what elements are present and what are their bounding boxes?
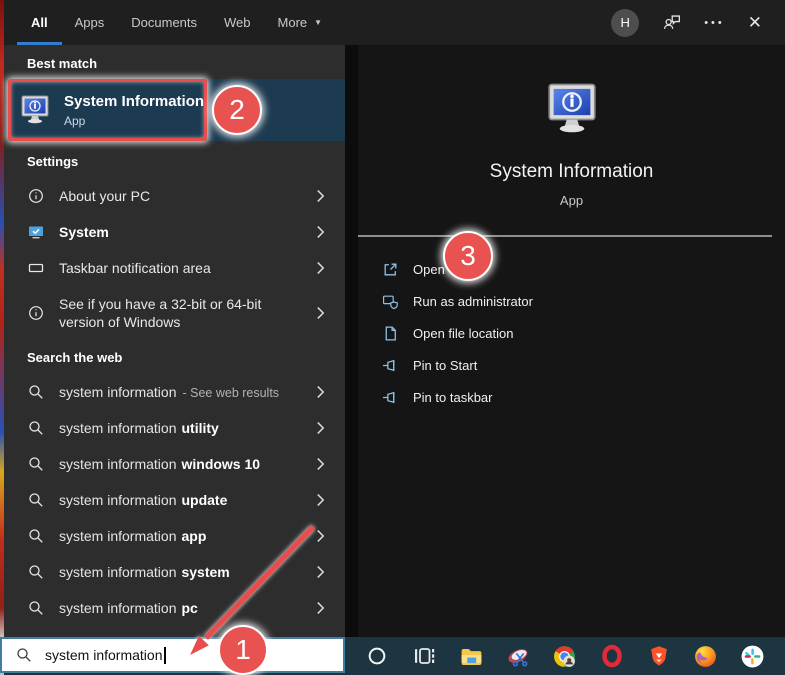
taskbar-rect-icon (28, 260, 44, 276)
search-icon (28, 600, 44, 616)
text-cursor (164, 647, 166, 664)
tab-web[interactable]: Web (224, 0, 251, 45)
search-filter-bar: All Apps Documents Web More ▼ H ••• ✕ (4, 0, 785, 45)
task-view-icon[interactable] (411, 643, 437, 669)
chevron-right-icon (316, 262, 325, 275)
tab-more[interactable]: More ▼ (278, 0, 323, 45)
chevron-right-icon (316, 566, 325, 579)
web-suggestion[interactable]: system informationapp (4, 518, 345, 554)
web-suggestion[interactable]: system informationwindows 10 (4, 446, 345, 482)
web-suggestion[interactable]: system information- See web results (4, 374, 345, 410)
best-match-result[interactable]: System Information App (8, 79, 345, 141)
chevron-right-icon (316, 422, 325, 435)
preview-subtitle: App (358, 193, 785, 208)
search-icon (16, 647, 32, 663)
file-location-icon (382, 325, 399, 342)
info-icon (28, 188, 44, 204)
search-icon (28, 564, 44, 580)
result-about-your-pc[interactable]: About your PC (4, 178, 345, 214)
chevron-right-icon (316, 386, 325, 399)
preview-panel: System Information App Open Run as admin… (345, 45, 785, 637)
tab-documents[interactable]: Documents (131, 0, 197, 45)
result-32-or-64-bit[interactable]: See if you have a 32-bit or 64-bit versi… (4, 286, 345, 340)
ellipsis-icon[interactable]: ••• (704, 17, 725, 29)
chevron-down-icon: ▼ (314, 18, 322, 27)
web-suggestion[interactable]: system informationutility (4, 410, 345, 446)
search-icon (28, 420, 44, 436)
pin-icon (382, 357, 399, 374)
action-open-file-location[interactable]: Open file location (358, 317, 785, 349)
tab-all[interactable]: All (31, 0, 48, 45)
action-run-as-administrator[interactable]: Run as administrator (358, 285, 785, 317)
chrome-icon[interactable] (552, 643, 578, 669)
search-input[interactable]: system information (0, 637, 345, 673)
search-icon (28, 456, 44, 472)
search-the-web-header: Search the web (27, 350, 122, 365)
file-explorer-icon[interactable] (458, 643, 484, 669)
action-open[interactable]: Open (358, 253, 785, 285)
system-information-icon (544, 81, 600, 137)
taskbar (345, 637, 785, 675)
open-icon (382, 261, 399, 278)
pin-icon (382, 389, 399, 406)
admin-shield-icon (382, 293, 399, 310)
system-monitor-icon (28, 224, 44, 240)
search-icon (28, 384, 44, 400)
result-system[interactable]: System (4, 214, 345, 250)
topbar-actions: H ••• ✕ (611, 9, 785, 37)
cortana-icon[interactable] (364, 643, 390, 669)
filter-tabs: All Apps Documents Web More ▼ (31, 0, 322, 45)
best-match-title: System Information (64, 93, 204, 110)
chevron-right-icon (316, 494, 325, 507)
user-avatar[interactable]: H (611, 9, 639, 37)
search-icon (28, 528, 44, 544)
preview-title: System Information (358, 161, 785, 183)
best-match-subtitle: App (64, 114, 204, 128)
chevron-right-icon (316, 190, 325, 203)
chevron-right-icon (316, 530, 325, 543)
divider (358, 235, 772, 237)
tab-apps[interactable]: Apps (75, 0, 105, 45)
firefox-icon[interactable] (693, 643, 719, 669)
brave-icon[interactable] (646, 643, 672, 669)
slack-icon[interactable] (739, 643, 765, 669)
web-suggestion[interactable]: system informationsystem (4, 554, 345, 590)
chevron-right-icon (316, 226, 325, 239)
windows-search-flyout: All Apps Documents Web More ▼ H ••• ✕ B (0, 0, 785, 675)
snip-tool-icon[interactable] (505, 643, 531, 669)
result-taskbar-notification-area[interactable]: Taskbar notification area (4, 250, 345, 286)
web-suggestion[interactable]: system informationupdate (4, 482, 345, 518)
search-results-panel: Best match System Information App Settin… (4, 45, 345, 675)
opera-icon[interactable] (599, 643, 625, 669)
web-suggestion[interactable]: system informationpc (4, 590, 345, 626)
action-pin-to-start[interactable]: Pin to Start (358, 349, 785, 381)
system-information-icon (19, 94, 51, 126)
chevron-right-icon (316, 458, 325, 471)
action-pin-to-taskbar[interactable]: Pin to taskbar (358, 381, 785, 413)
search-input-value: system information (45, 647, 162, 663)
chevron-right-icon (316, 307, 325, 320)
feedback-icon[interactable] (662, 13, 681, 32)
close-icon[interactable]: ✕ (748, 13, 762, 33)
info-icon (28, 305, 44, 321)
settings-header: Settings (27, 154, 78, 169)
search-icon (28, 492, 44, 508)
chevron-right-icon (316, 602, 325, 615)
best-match-header: Best match (27, 56, 97, 71)
